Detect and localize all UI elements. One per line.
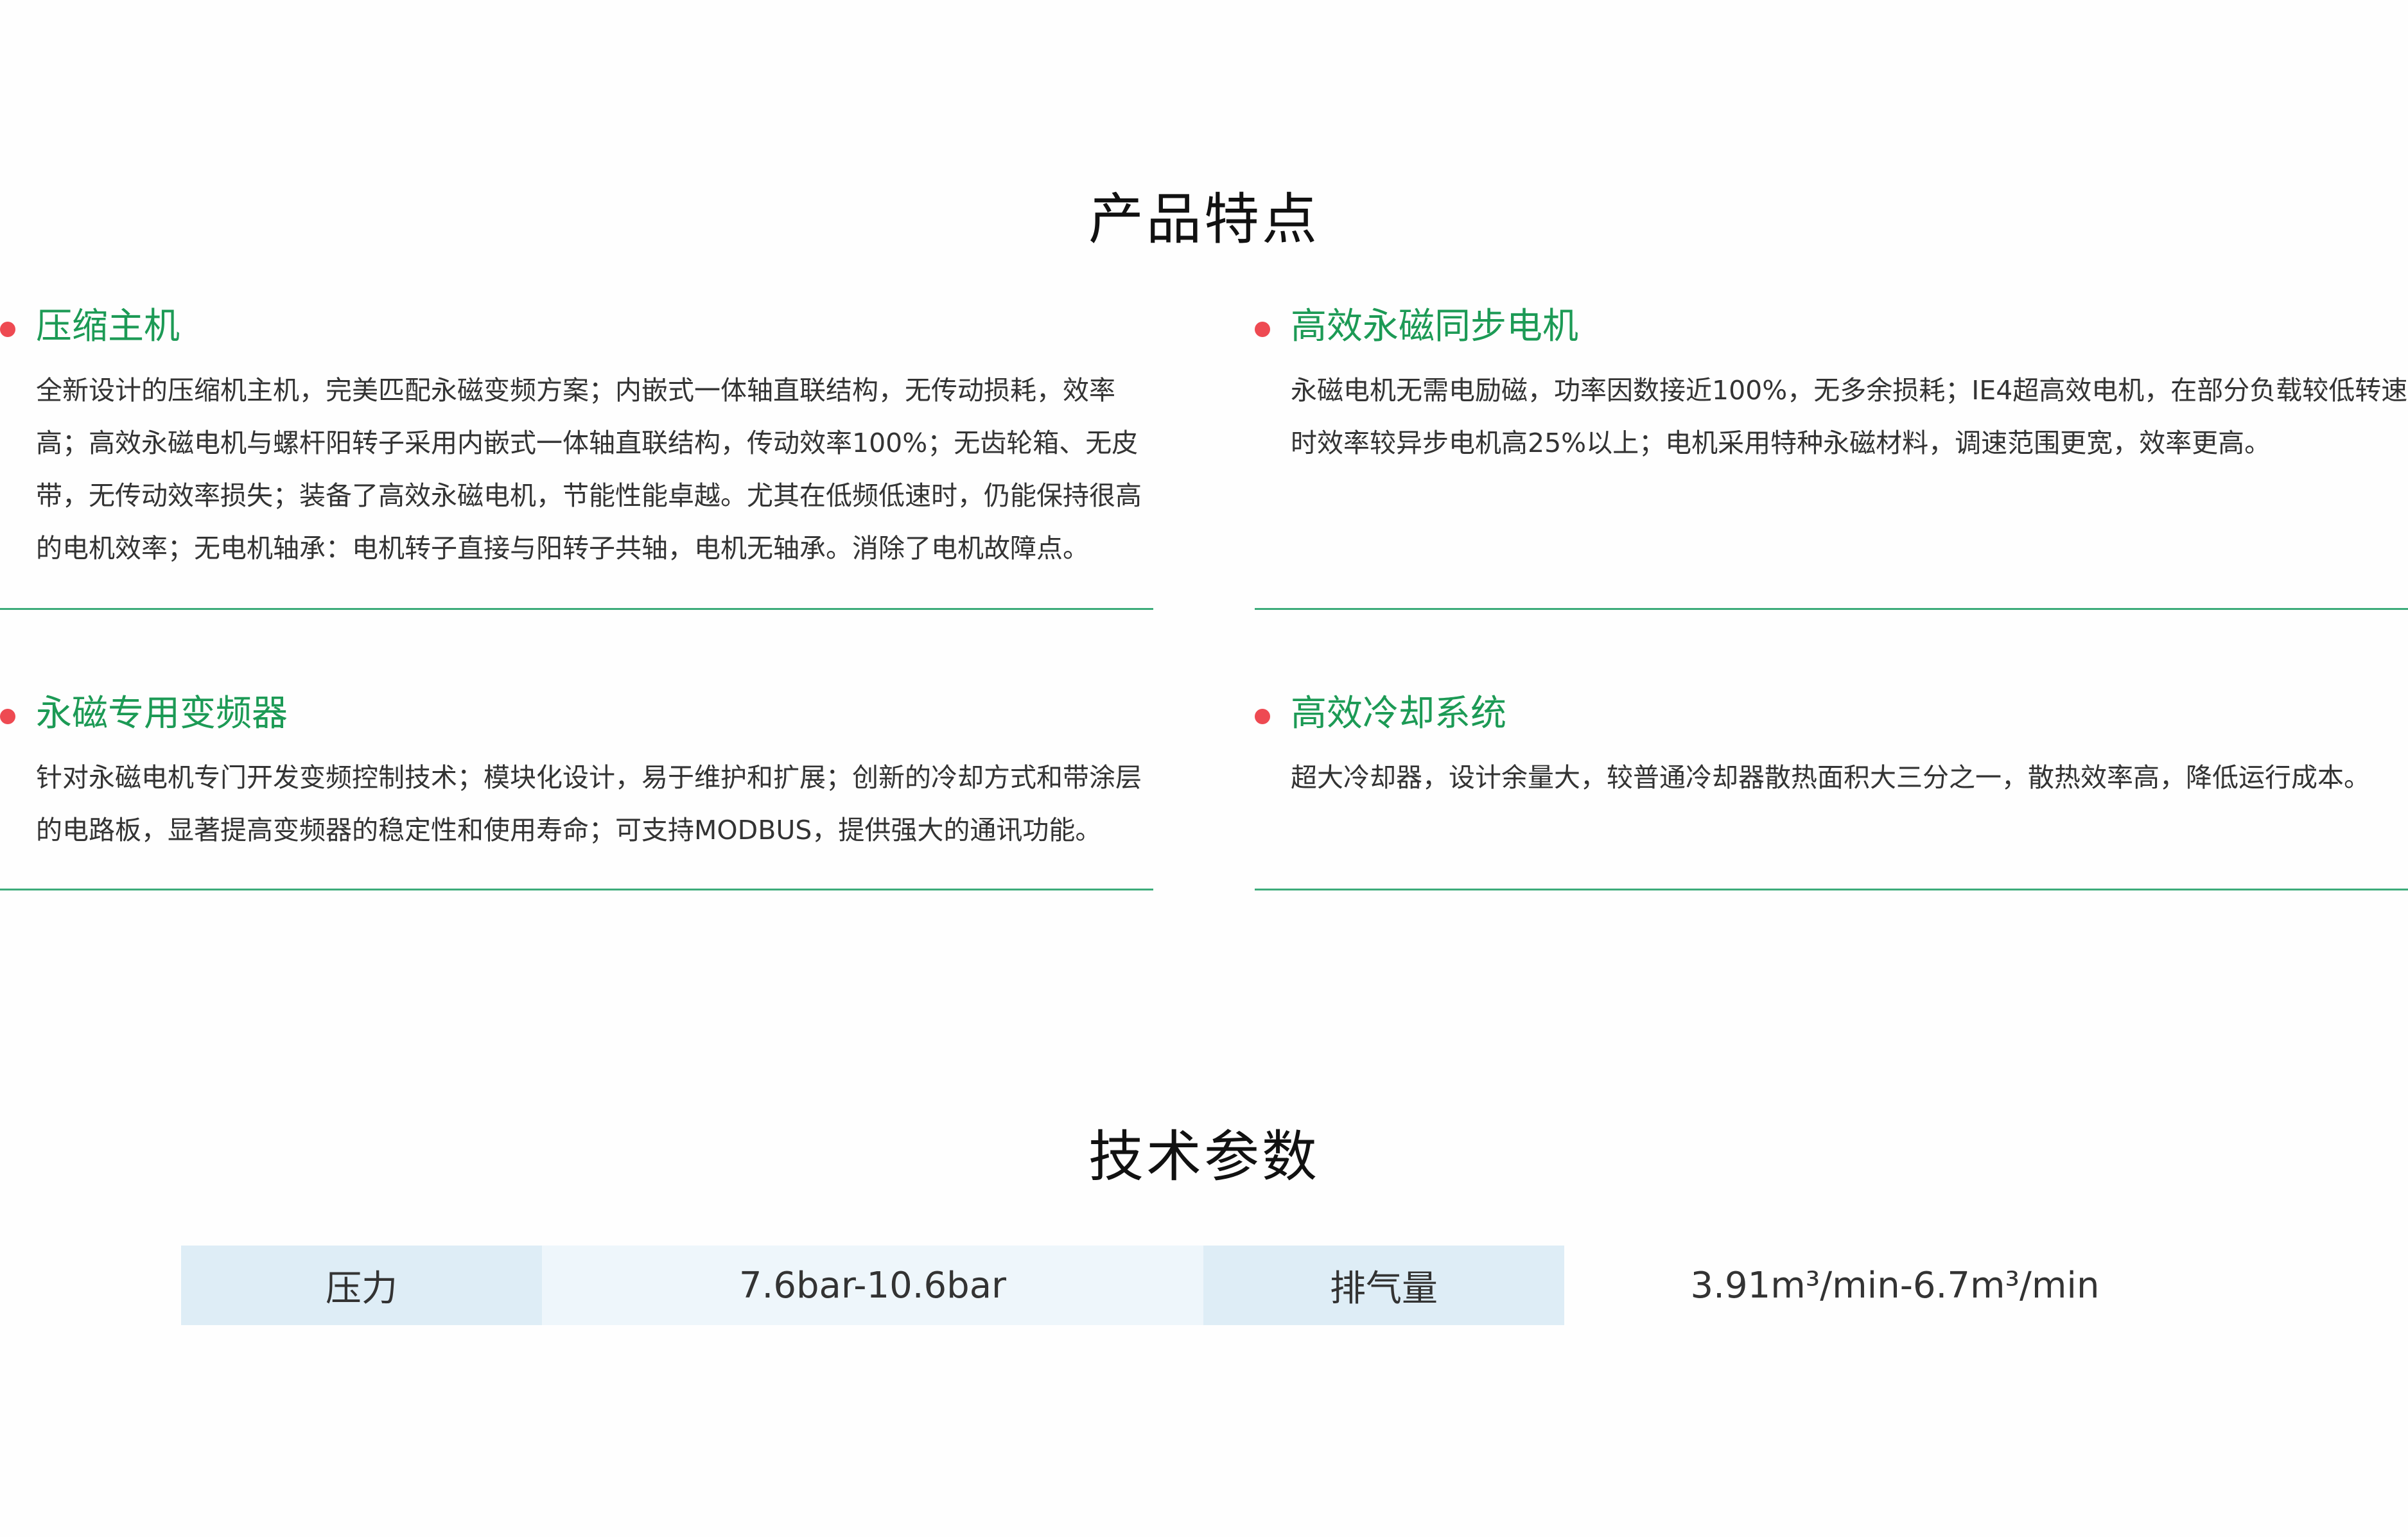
feature-description: 永磁电机无需电励磁，功率因数接近100%，无多余损耗；IE4超高效电机，在部分负…: [1291, 375, 2408, 458]
feature-description: 全新设计的压缩机主机，完美匹配永磁变频方案；内嵌式一体轴直联结构，无传动损耗，效…: [36, 375, 1142, 564]
features-section-title: 产品特点: [1088, 187, 1320, 252]
pressure-label: 压力: [181, 1246, 542, 1325]
feature-cooling-system: 高效冷却系统 超大冷却器，设计余量大，较普通冷却器散热面积大三分之一，散热效率高…: [1255, 692, 2408, 890]
feature-title: 永磁专用变频器: [36, 693, 288, 734]
flow-value: 3.91m³/min-6.7m³/min: [1690, 1264, 2100, 1307]
flow-label: 排气量: [1203, 1246, 1564, 1325]
feature-title: 压缩主机: [36, 306, 180, 347]
params-table: 压力 7.6bar-10.6bar 排气量 3.91m³/min-6.7m³/m…: [181, 1246, 2226, 1325]
feature-compressor-host: 压缩主机 全新设计的压缩机主机，完美匹配永磁变频方案；内嵌式一体轴直联结构，无传…: [0, 305, 1153, 610]
feature-description: 针对永磁电机专门开发变频控制技术；模块化设计，易于维护和扩展；创新的冷却方式和带…: [36, 762, 1142, 846]
bullet-dot-icon: [1255, 322, 1270, 337]
feature-pm-inverter: 永磁专用变频器 针对永磁电机专门开发变频控制技术；模块化设计，易于维护和扩展；创…: [0, 692, 1153, 890]
pressure-value: 7.6bar-10.6bar: [542, 1246, 1203, 1325]
feature-description: 超大冷却器，设计余量大，较普通冷却器散热面积大三分之一，散热效率高，降低运行成本…: [1291, 762, 2370, 793]
bullet-dot-icon: [1255, 709, 1270, 724]
feature-title: 高效冷却系统: [1291, 693, 1506, 734]
bullet-dot-icon: [0, 322, 15, 337]
bullet-dot-icon: [0, 709, 15, 724]
params-section-title: 技术参数: [1088, 1125, 1320, 1190]
feature-title: 高效永磁同步电机: [1291, 306, 1578, 347]
feature-pm-motor: 高效永磁同步电机 永磁电机无需电励磁，功率因数接近100%，无多余损耗；IE4超…: [1255, 305, 2408, 610]
